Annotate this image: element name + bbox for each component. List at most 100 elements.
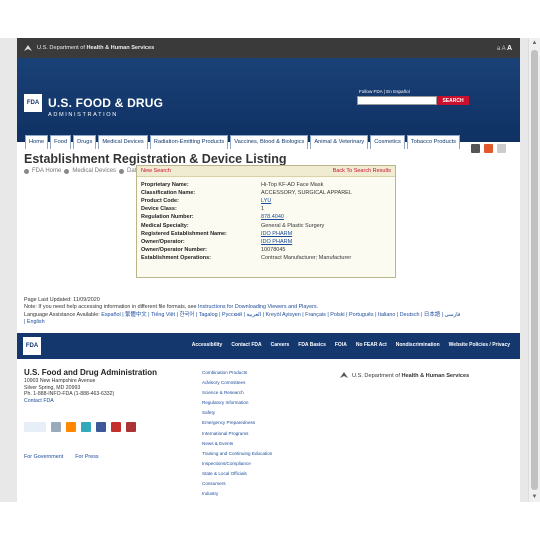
- twitter-icon[interactable]: [81, 422, 91, 432]
- hhs-top-bar: U.S. Department of Health & Human Servic…: [17, 38, 520, 58]
- page-notes: Page Last Updated: 11/09/2020 Note: If y…: [24, 297, 504, 327]
- usagov-icon[interactable]: [24, 422, 46, 432]
- pdf-icon[interactable]: [484, 144, 493, 153]
- result-row: Proprietary Name: Hi-Top KF-AD Face Mask: [141, 181, 391, 189]
- scroll-down-icon[interactable]: ▼: [529, 492, 540, 502]
- english-link[interactable]: | English: [24, 319, 45, 325]
- rss-icon[interactable]: [66, 422, 76, 432]
- print-icon[interactable]: [471, 144, 480, 153]
- footer-link-basics[interactable]: FDA Basics: [298, 342, 326, 348]
- nav-tab-animal[interactable]: Animal & Veterinary: [310, 135, 369, 149]
- result-row: Classification Name: ACCESSORY, SURGICAL …: [141, 189, 391, 197]
- fda-subtitle: ADMINISTRATION: [48, 112, 118, 118]
- footer-topic-link[interactable]: State & Local Officials: [202, 469, 272, 479]
- language-links[interactable]: Español | 繁體中文 | Tiếng Việt | 한국어 | Taga…: [101, 312, 460, 318]
- owner-operator-link[interactable]: IDO PHARM: [261, 239, 292, 245]
- note-text: Note: If you need help accessing informa…: [24, 304, 198, 311]
- page-title: Establishment Registration & Device List…: [24, 152, 287, 166]
- fda-title[interactable]: U.S. FOOD & DRUG: [48, 96, 163, 110]
- youtube-icon[interactable]: [111, 422, 121, 432]
- footer-link-nofear[interactable]: No FEAR Act: [356, 342, 387, 348]
- row-value: 10078045: [261, 246, 286, 253]
- nav-tab-medical-devices[interactable]: Medical Devices: [98, 135, 148, 149]
- footer-link-policies[interactable]: Website Policies / Privacy: [449, 342, 510, 348]
- row-label: Product Code:: [141, 198, 179, 205]
- footer-topic-link[interactable]: Science & Research: [202, 388, 272, 398]
- nav-tab-vaccines[interactable]: Vaccines, Blood & Biologics: [230, 135, 309, 149]
- nav-tab-cosmetics[interactable]: Cosmetics: [370, 135, 405, 149]
- follow-fda-links[interactable]: Follow FDA | En Español: [359, 89, 410, 94]
- file-format-note: Note: If you need help accessing informa…: [24, 304, 504, 311]
- footer-link-contact[interactable]: Contact FDA: [231, 342, 261, 348]
- breadcrumb-fda-home[interactable]: FDA Home: [32, 168, 61, 174]
- nav-tab-drugs[interactable]: Drugs: [73, 135, 97, 149]
- footer-topic-link[interactable]: Inspections/Compliance: [202, 459, 272, 469]
- footer-topic-link[interactable]: News & Events: [202, 439, 272, 449]
- footer-topic-link[interactable]: Safety: [202, 408, 272, 418]
- footer-topic-link[interactable]: Emergency Preparedness: [202, 418, 272, 428]
- email-icon[interactable]: [51, 422, 61, 432]
- row-label: Registered Establishment Name:: [141, 230, 227, 237]
- audience-links: For Government For Press: [24, 454, 99, 460]
- row-value: 1: [261, 206, 265, 213]
- results-panel: New Search Back To Search Results Propri…: [136, 165, 396, 278]
- footer-fda-logo[interactable]: FDA: [23, 337, 41, 355]
- establishment-link[interactable]: IDO PHARM: [261, 231, 292, 237]
- footer-topic-link[interactable]: International Programs: [202, 429, 272, 439]
- search-button[interactable]: SEARCH: [437, 96, 469, 105]
- regulation-number-link[interactable]: 878.4040: [261, 214, 284, 220]
- result-row: Regulation Number: 878.4040: [141, 213, 391, 221]
- footer-link-accessibility[interactable]: Accessibility: [192, 342, 223, 348]
- main-nav: Home Food Drugs Medical Devices Radiatio…: [25, 135, 461, 149]
- footer-topic-link[interactable]: Training and Continuing Education: [202, 449, 272, 459]
- nav-tab-radiation[interactable]: Radiation-Emitting Products: [149, 135, 229, 149]
- fda-header: FDA U.S. FOOD & DRUG ADMINISTRATION Foll…: [17, 58, 520, 149]
- product-code-link[interactable]: LYU: [261, 198, 271, 204]
- page-tools: [471, 144, 506, 153]
- footer-topic-link[interactable]: Consumers: [202, 479, 272, 489]
- footer-topic-link[interactable]: Regulatory Information: [202, 398, 272, 408]
- back-to-results-link[interactable]: Back To Search Results: [333, 168, 391, 174]
- footer-link-foia[interactable]: FOIA: [335, 342, 347, 348]
- fda-logo[interactable]: FDA: [24, 94, 42, 112]
- hhs-link[interactable]: U.S. Department of Health & Human Servic…: [37, 45, 154, 51]
- for-government-link[interactable]: For Government: [24, 454, 63, 460]
- facebook-icon[interactable]: [96, 422, 106, 432]
- footer-topic-link[interactable]: Advisory Committees: [202, 378, 272, 388]
- footer-link-careers[interactable]: Careers: [271, 342, 290, 348]
- result-row: Registered Establishment Name: IDO PHARM: [141, 230, 391, 238]
- nav-tab-tobacco[interactable]: Tobacco Products: [406, 135, 461, 149]
- row-label: Classification Name:: [141, 190, 196, 197]
- footer-topic-link[interactable]: Combination Products: [202, 368, 272, 378]
- footer-link-nondiscrimination[interactable]: Nondiscrimination: [396, 342, 440, 348]
- new-search-link[interactable]: New Search: [141, 168, 171, 174]
- for-press-link[interactable]: For Press: [75, 454, 98, 460]
- hhs-eagle-icon: [339, 370, 349, 382]
- breadcrumb-medical-devices[interactable]: Medical Devices: [72, 168, 116, 174]
- language-assistance: Language Assistance Available: Español |…: [24, 312, 504, 319]
- search-input[interactable]: [357, 96, 437, 105]
- row-label: Owner/Operator:: [141, 238, 185, 245]
- text-size-small[interactable]: a A: [497, 46, 505, 52]
- scroll-thumb[interactable]: [531, 50, 538, 490]
- text-size-controls[interactable]: a A A: [497, 45, 512, 52]
- nav-tab-food[interactable]: Food: [50, 135, 72, 149]
- footer-topic-link[interactable]: Industry: [202, 489, 272, 499]
- address-line: 10903 New Hampshire Avenue: [24, 378, 96, 384]
- nav-tab-home[interactable]: Home: [25, 135, 49, 149]
- contact-fda-link[interactable]: Contact FDA: [24, 398, 114, 405]
- address-line: Silver Spring, MD 20993: [24, 384, 81, 391]
- footer-hhs[interactable]: U.S. Department of Health & Human Servic…: [339, 370, 469, 382]
- share-icon[interactable]: [497, 144, 506, 153]
- viewers-link[interactable]: Instructions for Downloading Viewers and…: [198, 304, 318, 310]
- bullet-icon: [24, 168, 29, 174]
- flickr-icon[interactable]: [126, 422, 136, 432]
- language-label: Language Assistance Available:: [24, 311, 102, 318]
- result-row: Product Code: LYU: [141, 197, 391, 205]
- scroll-up-icon[interactable]: ▲: [529, 38, 540, 48]
- text-size-large[interactable]: A: [507, 45, 512, 52]
- row-value: Contract Manufacturer; Manufacturer: [261, 254, 352, 261]
- vertical-scrollbar[interactable]: ▲ ▼: [528, 38, 540, 502]
- language-english: | English: [24, 319, 504, 326]
- results-body: Proprietary Name: Hi-Top KF-AD Face Mask …: [137, 177, 395, 262]
